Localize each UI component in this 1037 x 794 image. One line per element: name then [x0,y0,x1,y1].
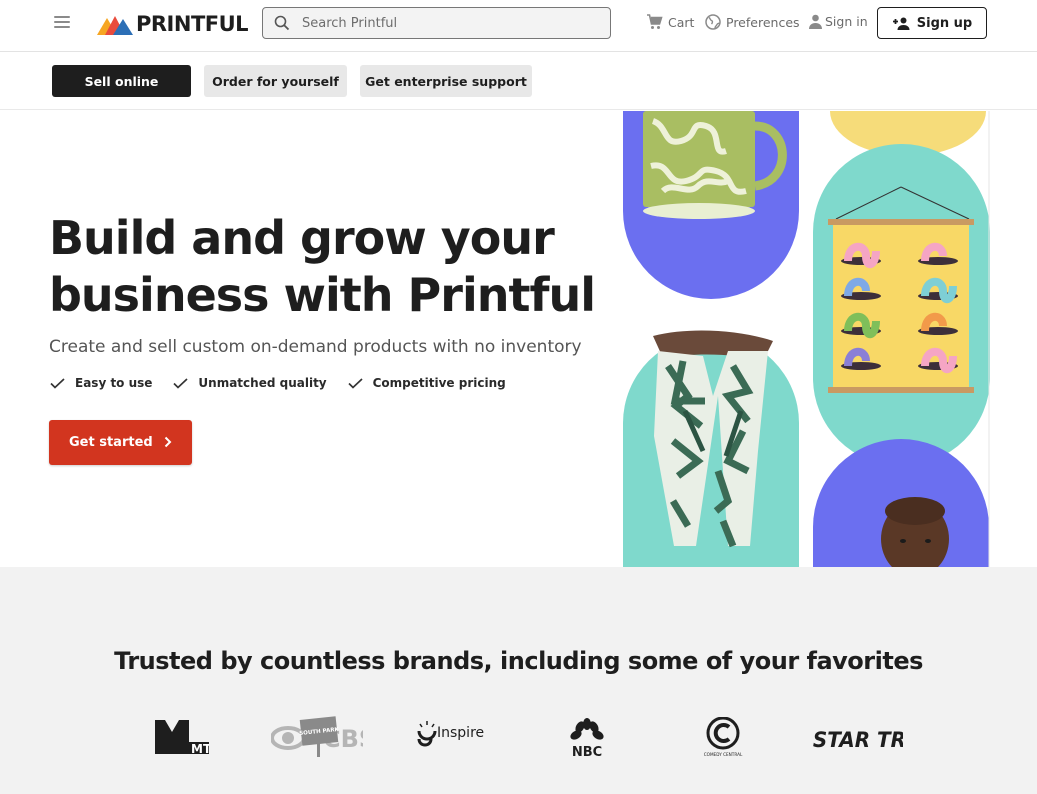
signup-button[interactable]: Sign up [877,7,987,39]
search-icon [274,15,290,31]
brands-title: Trusted by countless brands, including s… [114,647,923,675]
brand-logo-row: MTV CBS SOUTH PARK Inspire Uplift [0,715,1037,761]
inspire-uplift-logo-text: Inspire Uplift [437,725,489,741]
feature-label: Unmatched quality [198,376,327,390]
hero-title-line-2: business with Printful [49,268,596,322]
comedy-central-logo-text: COMEDY CENTRAL [704,752,743,757]
person-image [813,439,989,567]
star-trek-logo-icon: STAR TREK [813,728,903,753]
nbc-peacock-icon: NBC [570,718,604,757]
brands-section: Trusted by countless brands, including s… [0,567,1037,794]
printful-logo[interactable]: PRINTFUL [97,11,249,37]
get-started-button[interactable]: Get started [49,420,192,465]
feature-list: Easy to use Unmatched quality Competitiv… [50,376,527,390]
star-trek-logo: STAR TREK [811,723,903,753]
feature-label: Easy to use [75,376,153,390]
inspire-uplift-logo: Inspire Uplift [415,721,489,755]
nbc-logo-text: NBC [572,745,602,757]
tab-sell-online[interactable]: Sell online [52,65,191,97]
star-trek-logo-text: STAR TREK [813,728,903,753]
feature-item: Unmatched quality [173,376,327,390]
poster-image [813,144,990,466]
get-started-label: Get started [69,435,153,450]
hero-product-collage [623,111,990,567]
hero-title: Build and grow your business with Printf… [49,210,609,324]
menu-icon[interactable] [54,16,70,30]
mtv-logo: MTV [155,720,209,754]
cart-label: Cart [668,14,695,30]
printful-logo-mark-icon [97,16,133,35]
tab-enterprise-support[interactable]: Get enterprise support [360,65,532,97]
preferences-link[interactable]: Preferences [705,14,800,30]
feature-item: Competitive pricing [348,376,506,390]
signin-label: Sign in [825,14,868,29]
checkmark-icon [173,377,189,389]
cbs-southpark-logo-icon: CBS SOUTH PARK [271,716,363,757]
feature-label: Competitive pricing [372,376,506,390]
mug-image [623,111,799,299]
signup-label: Sign up [916,15,973,31]
hero-title-line-1: Build and grow your [49,211,555,265]
user-icon [809,14,822,29]
leggings-image [623,330,799,567]
tab-order-for-yourself[interactable]: Order for yourself [204,65,347,97]
comedy-central-logo: COMEDY CENTRAL [693,717,753,759]
comedy-central-logo-icon: COMEDY CENTRAL [704,717,743,757]
hero-subtitle: Create and sell custom on-demand product… [49,337,582,357]
logo-text: PRINTFUL [136,12,249,36]
cbs-southpark-logo: CBS SOUTH PARK [271,715,363,759]
mtv-logo-text: MTV [191,742,209,754]
inspire-uplift-logo-icon: Inspire Uplift [417,721,489,747]
cart-icon [647,14,663,29]
globe-icon [705,14,721,30]
cart-link[interactable]: Cart [646,14,694,30]
signin-link[interactable]: Sign in [809,14,868,29]
feature-item: Easy to use [50,376,152,390]
add-user-icon [892,17,910,30]
checkmark-icon [348,377,363,389]
chevron-right-icon [164,436,172,448]
search-bar[interactable] [262,7,611,39]
top-header: PRINTFUL Cart Preferences Sign in [0,0,1037,52]
preferences-label: Preferences [726,14,800,30]
sub-navigation: Sell online Order for yourself Get enter… [0,52,1037,110]
nbc-logo: NBC [568,717,606,757]
search-input[interactable] [302,15,582,31]
checkmark-icon [50,377,65,389]
mtv-logo-icon: MTV [155,720,209,754]
